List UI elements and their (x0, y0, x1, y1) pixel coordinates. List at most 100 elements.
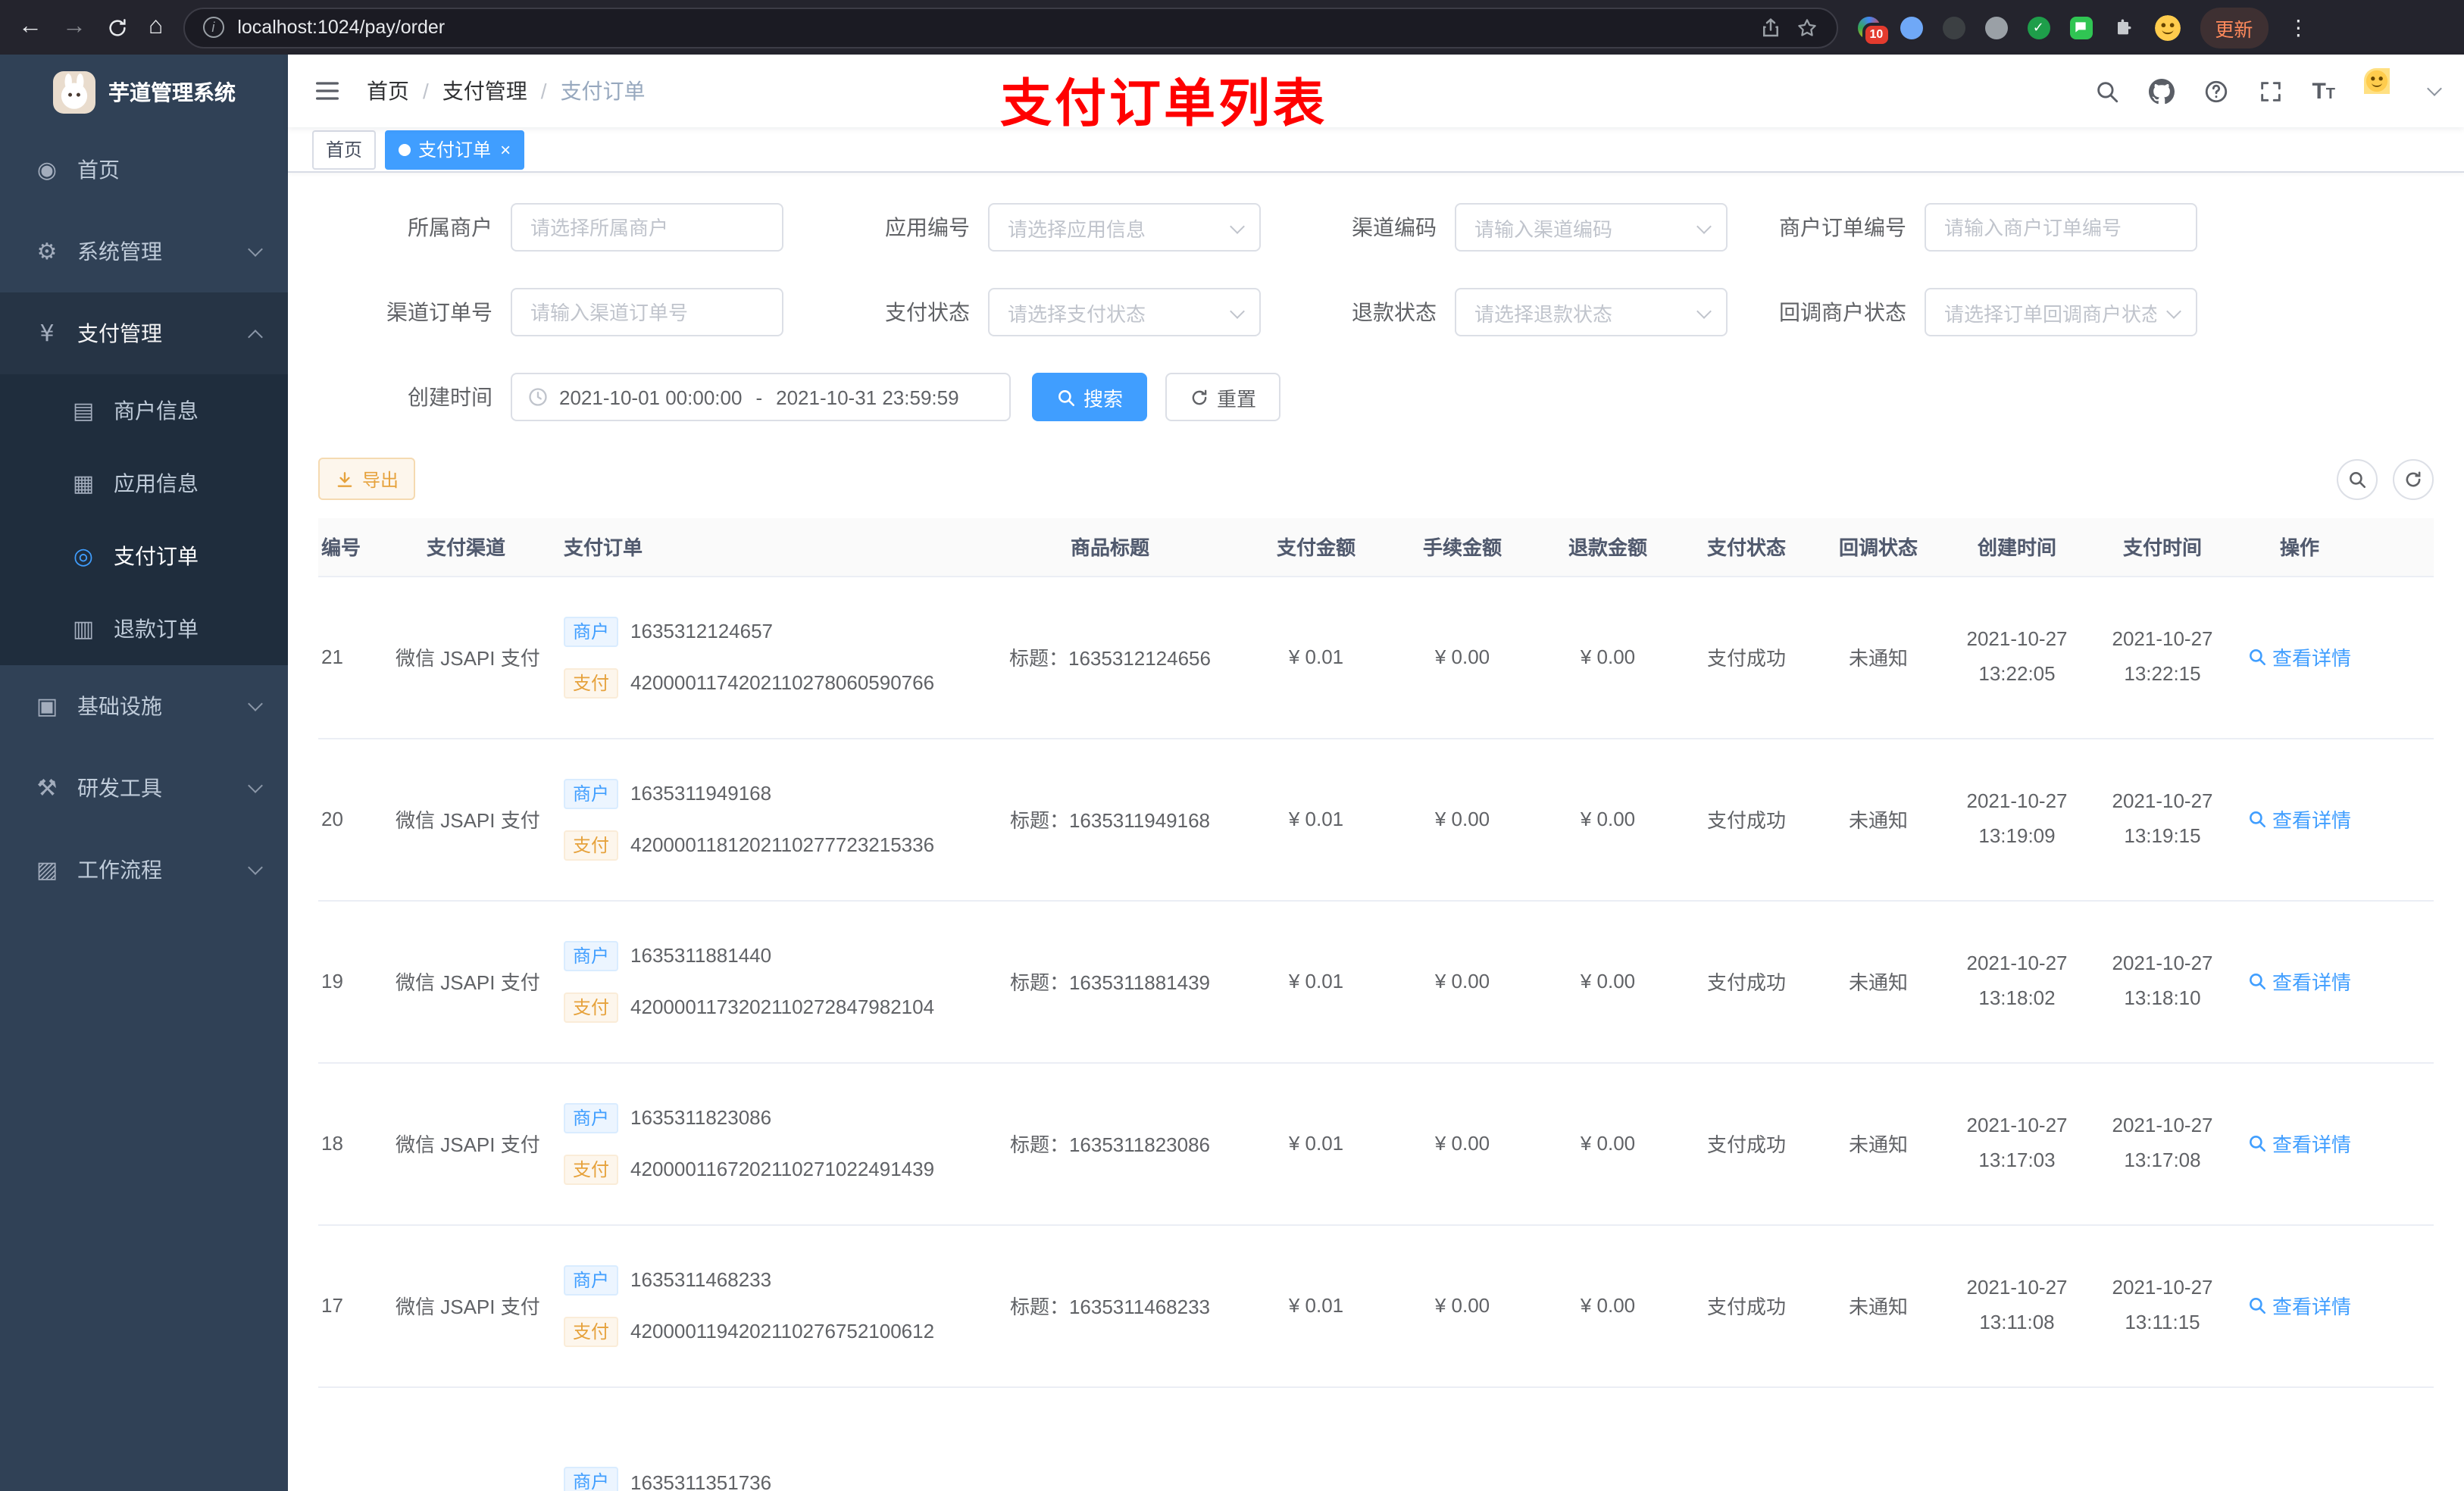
view-detail-link[interactable]: 查看详情 (2248, 642, 2351, 671)
extensions-puzzle-icon[interactable] (2112, 16, 2134, 39)
breadcrumb-home[interactable]: 首页 (367, 76, 409, 106)
cell-notify: 未通知 (1812, 738, 1944, 901)
sidebar-item-infrastructure[interactable]: ▣ 基础设施 (0, 665, 288, 747)
bookmark-star-icon[interactable] (1795, 16, 1818, 39)
cell-pay-order: 商户 1635311881440 支付 42000011732021102728… (546, 900, 977, 1063)
extension-grey-icon[interactable] (1984, 16, 2008, 39)
cell-id: 21 (318, 576, 386, 739)
browser-menu-icon[interactable]: ⋮ (2287, 14, 2309, 40)
cell-status (1681, 1386, 1812, 1491)
pay-tag: 支付 (564, 1154, 619, 1184)
search-button[interactable]: 搜索 (1032, 373, 1148, 421)
cell-amount: ¥ 0.01 (1243, 576, 1390, 739)
hamburger-icon[interactable] (312, 76, 342, 106)
content: 所属商户 应用编号 请选择应用信息 渠道编码 请输入渠道编码 (288, 173, 2464, 1491)
toggle-search-button[interactable] (2337, 458, 2378, 499)
chevron-down-icon (1230, 304, 1245, 319)
view-detail-link[interactable]: 查看详情 (2248, 805, 2351, 833)
channel-code-select[interactable]: 请输入渠道编码 (1455, 203, 1728, 252)
date-range-picker[interactable]: 2021-10-01 00:00:00 - 2021-10-31 23:59:5… (511, 373, 1011, 421)
view-detail-link[interactable]: 查看详情 (2248, 967, 2351, 996)
extension-colorful-icon[interactable]: 10 (1857, 16, 1891, 46)
refresh-table-button[interactable] (2393, 458, 2434, 499)
title-value: 1635311468233 (1068, 1296, 1211, 1318)
font-size-icon[interactable]: TT (2312, 80, 2335, 102)
fullscreen-icon[interactable] (2257, 78, 2283, 104)
extension-dark-icon[interactable] (1942, 16, 1965, 39)
avatar-caret-icon[interactable] (2427, 80, 2442, 95)
sidebar-item-workflow[interactable]: ▨ 工作流程 (0, 829, 288, 911)
merchant-order-no-input[interactable] (1925, 203, 2197, 252)
close-tab-icon[interactable]: × (500, 140, 511, 158)
share-icon[interactable] (1759, 16, 1781, 39)
cell-spacer (2364, 900, 2434, 1063)
view-detail-link[interactable]: 查看详情 (2248, 1129, 2351, 1158)
breadcrumb-payment[interactable]: 支付管理 (442, 76, 527, 106)
reload-icon[interactable] (106, 16, 129, 39)
site-info-icon[interactable]: i (202, 17, 224, 38)
url-text: localhost:1024/pay/order (237, 17, 446, 38)
monitor-icon: ▣ (36, 692, 58, 720)
title-value: 1635312124656 (1068, 647, 1211, 670)
column-spacer (2364, 518, 2434, 577)
vue-devtools-icon[interactable]: ✓ (2027, 16, 2050, 39)
sidebar-item-app-info[interactable]: ▦ 应用信息 (0, 447, 288, 520)
search-icon[interactable] (2093, 78, 2119, 104)
browser-update-button[interactable]: 更新 (2200, 7, 2269, 48)
logo[interactable]: 芋道管理系统 (0, 55, 288, 129)
notify-status-select[interactable]: 请选择订单回调商户状态 (1925, 288, 2197, 336)
date-start: 2021-10-01 00:00:00 (559, 386, 743, 408)
cell-refund: ¥ 0.00 (1535, 738, 1681, 901)
cell-fee: ¥ 0.00 (1390, 738, 1535, 901)
app-id-select[interactable]: 请选择应用信息 (988, 203, 1261, 252)
reset-button[interactable]: 重置 (1165, 373, 1281, 421)
help-icon[interactable] (2203, 78, 2228, 104)
sidebar-item-dev-tools[interactable]: ⚒ 研发工具 (0, 747, 288, 829)
chevron-down-icon (2166, 304, 2181, 319)
cell-notify: 未通知 (1812, 576, 1944, 739)
filter-refund-status: 退款状态 请选择退款状态 (1261, 288, 1728, 336)
title-prefix: 标题： (1009, 809, 1069, 832)
dashboard-icon: ◉ (36, 156, 58, 183)
pay-status-select[interactable]: 请选择支付状态 (988, 288, 1261, 336)
sidebar-item-merchant-info[interactable]: ▤ 商户信息 (0, 374, 288, 447)
export-button[interactable]: 导出 (318, 458, 416, 500)
sidebar-item-home[interactable]: ◉ 首页 (0, 129, 288, 211)
sidebar-item-pay-order[interactable]: ◎ 支付订单 (0, 520, 288, 592)
cell-amount (1243, 1386, 1390, 1491)
cell-spacer (2364, 1224, 2434, 1387)
merchant-order-line: 商户 1635311823086 (564, 1102, 974, 1133)
url-bar[interactable]: i localhost:1024/pay/order (183, 7, 1838, 48)
merchant-tag: 商户 (564, 1264, 619, 1295)
column-create-time: 创建时间 (1944, 518, 2090, 577)
browser-profile-avatar[interactable] (2154, 14, 2181, 40)
cell-create-time: 2021-10-27 13:19:09 (1944, 738, 2090, 901)
user-avatar[interactable] (2364, 68, 2409, 114)
navbar: 首页 / 支付管理 / 支付订单 支付订单列表 TT (288, 55, 2464, 133)
sidebar-item-system[interactable]: ⚙ 系统管理 (0, 211, 288, 292)
tab-home[interactable]: 首页 (312, 130, 377, 169)
tab-pay-order[interactable]: 支付订单 × (385, 130, 525, 169)
column-actions: 操作 (2235, 518, 2364, 577)
chat-extension-icon[interactable] (2069, 16, 2093, 39)
pay-order-line: 支付 4200001181202110277723215336 (564, 830, 974, 860)
home-icon[interactable]: ⌂ (149, 14, 163, 39)
sidebar-item-payment[interactable]: ¥ 支付管理 (0, 292, 288, 374)
title-value: 1635311823086 (1068, 1133, 1211, 1156)
merchant-order-no: 1635311468233 (630, 1268, 772, 1291)
pay-tag: 支付 (564, 830, 619, 860)
chevron-up-icon (248, 329, 263, 344)
channel-order-no-input[interactable] (511, 288, 783, 336)
search-icon (2250, 1298, 2267, 1314)
refund-status-select[interactable]: 请选择退款状态 (1455, 288, 1728, 336)
github-icon[interactable] (2148, 78, 2175, 104)
view-detail-link[interactable]: 查看详情 (2248, 1291, 2351, 1320)
cell-pay-time: 2021-10-27 13:22:15 (2090, 576, 2235, 739)
merchant-input[interactable] (511, 203, 783, 252)
sidebar-item-refund-order[interactable]: ▥ 退款订单 (0, 592, 288, 665)
extension-drop-icon[interactable] (1900, 16, 1923, 39)
forward-icon[interactable]: → (62, 14, 86, 39)
title-prefix: 标题： (1008, 647, 1068, 670)
back-icon[interactable]: ← (18, 14, 42, 39)
tools-icon: ⚒ (36, 774, 58, 802)
